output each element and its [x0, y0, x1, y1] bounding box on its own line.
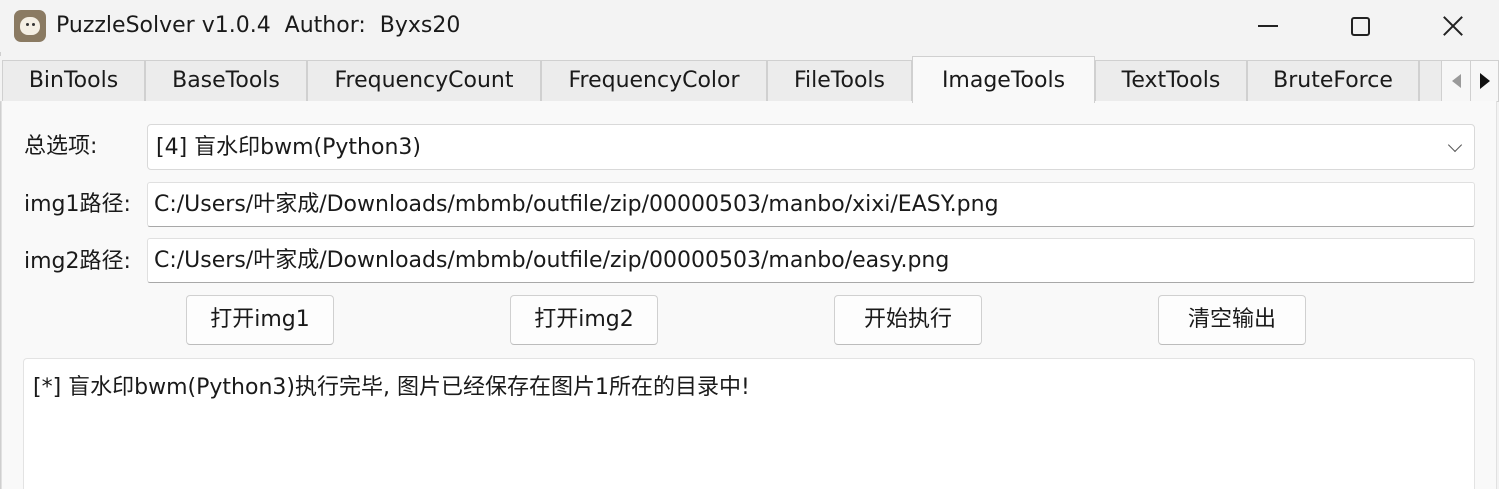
- tab-scroll-right-button[interactable]: [1470, 60, 1499, 102]
- img1-path-input[interactable]: C:/Users/叶家成/Downloads/mbmb/outfile/zip/…: [147, 182, 1475, 227]
- tab-imagetools[interactable]: ImageTools: [912, 56, 1095, 103]
- tab-scroll-left-button[interactable]: [1441, 60, 1471, 102]
- scroll-left-icon: [1451, 74, 1461, 88]
- tab-frequencycount[interactable]: FrequencyCount: [307, 60, 541, 102]
- output-text: [*] 盲水印bwm(Python3)执行完毕, 图片已经保存在图片1所在的目录…: [33, 375, 750, 400]
- title-bar: PuzzleSolver v1.0.4 Author: Byxs20: [0, 0, 1499, 52]
- execute-button[interactable]: 开始执行: [834, 295, 982, 345]
- close-button[interactable]: [1407, 0, 1499, 52]
- clear-output-button[interactable]: 清空输出: [1158, 295, 1306, 345]
- output-textarea[interactable]: [*] 盲水印bwm(Python3)执行完毕, 图片已经保存在图片1所在的目录…: [23, 358, 1475, 489]
- tab-texttools[interactable]: TextTools: [1095, 60, 1247, 102]
- window-title: PuzzleSolver v1.0.4 Author: Byxs20: [56, 13, 461, 38]
- open-img1-button[interactable]: 打开img1: [186, 295, 334, 345]
- minimize-button[interactable]: [1222, 0, 1314, 52]
- maximize-button[interactable]: [1314, 0, 1406, 52]
- option-select[interactable]: [4] 盲水印bwm(Python3): [147, 124, 1475, 170]
- tab-overflow[interactable]: [1419, 60, 1443, 102]
- tab-strip: BinTools BaseTools FrequencyCount Freque…: [0, 56, 1499, 103]
- tab-bintools[interactable]: BinTools: [2, 60, 145, 102]
- option-select-value: [4] 盲水印bwm(Python3): [156, 135, 421, 160]
- tab-filetools[interactable]: FileTools: [767, 60, 912, 102]
- close-icon: [1442, 15, 1464, 37]
- open-img2-button[interactable]: 打开img2: [510, 295, 658, 345]
- minimize-icon: [1258, 25, 1278, 27]
- sheep-icon: [14, 10, 46, 42]
- tab-bruteforce[interactable]: BruteForce: [1247, 60, 1419, 102]
- scroll-right-icon: [1479, 73, 1490, 89]
- chevron-down-icon: [1447, 137, 1463, 153]
- option-label: 总选项:: [24, 134, 98, 159]
- img2-path-label: img2路径:: [24, 249, 131, 274]
- img1-path-label: img1路径:: [24, 192, 131, 217]
- tab-frequencycolor[interactable]: FrequencyColor: [541, 60, 767, 102]
- img2-path-input[interactable]: C:/Users/叶家成/Downloads/mbmb/outfile/zip/…: [147, 238, 1475, 283]
- tab-basetools[interactable]: BaseTools: [145, 60, 307, 102]
- maximize-icon: [1350, 16, 1370, 36]
